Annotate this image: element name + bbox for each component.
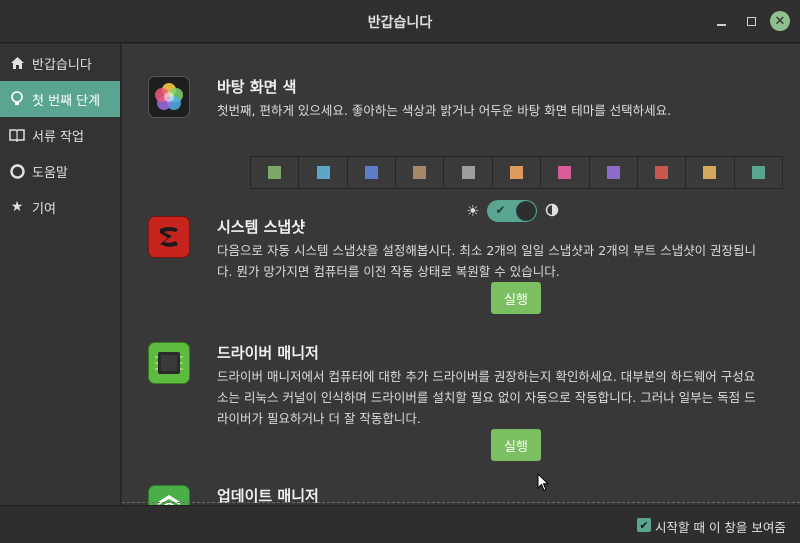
show-on-startup-label[interactable]: 시작할 때 이 창을 보여줌 [655,517,786,536]
sidebar-item-documentation[interactable]: 서류 작업 [0,117,120,153]
swatch-chip [509,166,523,179]
sidebar-item-welcome[interactable]: 반갑습니다 [0,45,120,81]
mouse-pointer-icon [537,472,550,496]
maximize-button[interactable] [741,11,761,31]
color-swatch[interactable] [299,157,348,188]
section-title: 시스템 스냅샷 [217,218,306,236]
swatch-chip [751,166,765,179]
launch-driver-manager-button[interactable]: 실행 [491,429,541,461]
section-description: 다음으로 자동 시스템 스냅샷을 설정해봅시다. 최소 2개의 일일 스냅샷과 … [217,243,757,279]
section-description: 첫번째, 편하게 있으세요. 좋아하는 색상과 밝거나 어두운 바탕 화면 테마… [217,103,672,118]
star-icon: ★ [10,199,24,215]
maximize-icon [746,16,756,26]
color-swatch[interactable] [589,157,638,188]
minimize-button[interactable] [711,11,731,31]
close-button[interactable]: ✕ [770,11,790,31]
color-swatch[interactable] [347,157,397,188]
sidebar-item-first-steps[interactable]: 첫 번째 단계 [0,81,120,117]
sidebar-item-label: 반갑습니다 [32,57,92,73]
home-icon [9,55,25,71]
scroll-edge-divider [122,502,800,503]
color-swatch[interactable] [492,157,542,188]
sidebar-item-contribute[interactable]: ★ 기여 [0,189,120,225]
section-description: 드라이버 매니저에서 컴퓨터에 대한 추가 드라이버를 권장하는지 확인하세요.… [217,369,756,426]
lifebuoy-icon [9,163,25,179]
check-icon: ✔ [639,518,649,532]
minimize-icon [716,24,726,26]
title-bar: 반갑습니다 ✕ [0,0,800,43]
swatch-chip [558,166,572,179]
close-icon: ✕ [774,13,786,29]
color-swatch[interactable] [541,157,590,188]
section-title: 바탕 화면 색 [217,78,297,96]
sidebar-item-label: 기여 [32,201,56,217]
sidebar: 반갑습니다 첫 번째 단계 서류 작업 도움말 ★ 기여 [0,44,121,505]
footer-bar: ✔ 시작할 때 이 창을 보여줌 [0,505,800,543]
sidebar-item-label: 첫 번째 단계 [32,93,101,109]
book-icon [9,127,25,143]
swatch-chip [413,166,427,179]
show-on-startup-checkbox[interactable]: ✔ [637,518,651,532]
color-swatch[interactable] [251,157,300,188]
color-swatch-row [250,156,783,189]
swatch-chip [364,166,378,179]
main-content: 바탕 화면 색 첫번째, 편하게 있으세요. 좋아하는 색상과 밝거나 어두운 … [122,44,800,505]
section-title: 드라이버 매니저 [217,344,319,362]
timeshift-icon [148,216,190,258]
color-swatch[interactable] [396,157,445,188]
color-swatch[interactable] [686,157,735,188]
swatch-chip [461,166,475,179]
window-title: 반갑습니다 [367,15,433,31]
chip-icon [148,342,190,384]
color-swatch[interactable] [637,157,687,188]
swatch-chip [703,166,717,179]
sidebar-item-help[interactable]: 도움말 [0,153,120,189]
lightbulb-icon [9,91,25,107]
section-system-snapshots: 시스템 스냅샷 다음으로 자동 시스템 스냅샷을 설정해봅시다. 최소 2개의 … [148,216,778,336]
swatch-chip [316,166,330,179]
section-desktop-colors: 바탕 화면 색 첫번째, 편하게 있으세요. 좋아하는 색상과 밝거나 어두운 … [148,76,783,226]
color-swatch[interactable] [734,157,782,188]
color-palette-icon [148,76,190,118]
section-driver-manager: 드라이버 매니저 드라이버 매니저에서 컴퓨터에 대한 추가 드라이버를 권장하… [148,342,778,467]
swatch-chip [655,166,669,179]
sidebar-item-label: 서류 작업 [32,129,84,145]
swatch-chip [268,166,282,179]
check-icon: ✔ [495,203,506,217]
sidebar-item-label: 도움말 [32,165,68,181]
launch-timeshift-button[interactable]: 실행 [491,282,541,314]
color-swatch[interactable] [444,157,493,188]
swatch-chip [606,166,620,179]
